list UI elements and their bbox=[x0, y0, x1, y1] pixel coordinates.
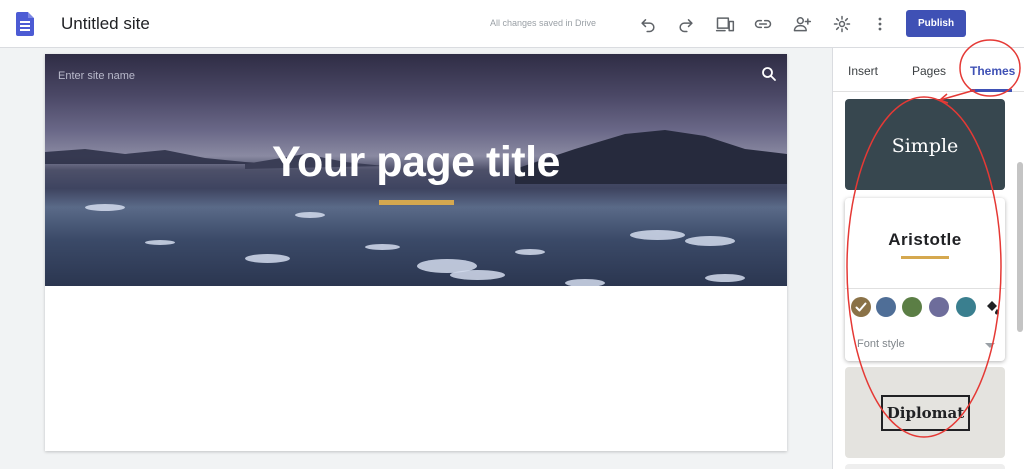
paint-bucket-icon[interactable] bbox=[983, 298, 1001, 316]
active-tab-indicator bbox=[970, 89, 1012, 92]
preview-devices-icon[interactable] bbox=[713, 12, 737, 36]
sidebar-tabs: Insert Pages Themes bbox=[833, 48, 1024, 92]
title-underline bbox=[379, 200, 454, 205]
chevron-down-icon[interactable] bbox=[985, 343, 995, 348]
theme-name: Aristotle bbox=[888, 230, 962, 249]
theme-name: Diplomat bbox=[881, 395, 970, 431]
color-swatch-selected[interactable] bbox=[851, 297, 871, 317]
color-swatch[interactable] bbox=[876, 297, 896, 317]
redo-icon[interactable] bbox=[674, 12, 698, 36]
font-style-dropdown[interactable]: Font style bbox=[857, 338, 905, 350]
tab-themes[interactable]: Themes bbox=[970, 64, 1015, 78]
share-person-icon[interactable] bbox=[790, 12, 814, 36]
link-icon[interactable] bbox=[751, 12, 775, 36]
site-name-input[interactable]: Enter site name bbox=[58, 70, 135, 82]
settings-gear-icon[interactable] bbox=[830, 12, 854, 36]
divider bbox=[845, 288, 1005, 289]
google-sites-logo-icon[interactable] bbox=[16, 12, 34, 36]
theme-card-diplomat[interactable]: Diplomat bbox=[845, 367, 1005, 458]
theme-card-simple[interactable]: Simple bbox=[845, 99, 1005, 190]
color-swatch[interactable] bbox=[956, 297, 976, 317]
right-sidebar: Insert Pages Themes Simple Aristotle Fon… bbox=[832, 48, 1024, 469]
page-title[interactable]: Your page title bbox=[45, 138, 787, 187]
save-status: All changes saved in Drive bbox=[490, 18, 597, 28]
page-canvas[interactable]: Enter site name Your page title bbox=[45, 54, 787, 451]
theme-name: Simple bbox=[891, 135, 959, 157]
hero-banner[interactable]: Enter site name Your page title bbox=[45, 54, 787, 286]
sidebar-scrollbar[interactable] bbox=[1017, 162, 1023, 332]
tab-insert[interactable]: Insert bbox=[848, 64, 878, 78]
tab-pages[interactable]: Pages bbox=[912, 64, 946, 78]
theme-card-aristotle[interactable]: Aristotle Font style bbox=[845, 198, 1005, 361]
site-title[interactable]: Untitled site bbox=[61, 14, 150, 34]
color-swatch[interactable] bbox=[929, 297, 949, 317]
undo-icon[interactable] bbox=[636, 12, 660, 36]
theme-underline bbox=[901, 256, 949, 259]
publish-button[interactable]: Publish bbox=[906, 10, 966, 37]
more-vert-icon[interactable] bbox=[868, 12, 892, 36]
theme-card-next[interactable] bbox=[845, 464, 1005, 469]
color-swatch[interactable] bbox=[902, 297, 922, 317]
search-icon[interactable] bbox=[761, 66, 777, 82]
top-bar: Untitled site All changes saved in Drive… bbox=[0, 0, 1024, 48]
